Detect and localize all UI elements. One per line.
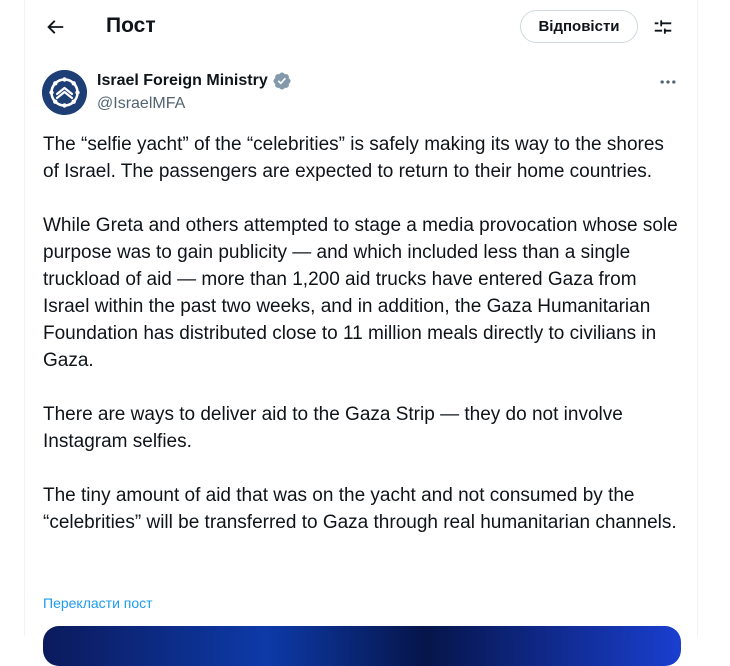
- sliders-icon: [654, 20, 672, 34]
- post-text: The “selfie yacht” of the “celebrities” …: [43, 131, 683, 563]
- translate-post-link[interactable]: Перекласти пост: [43, 594, 153, 612]
- post-paragraph: The tiny amount of aid that was on the y…: [43, 485, 677, 533]
- reply-button[interactable]: Відповісти: [520, 10, 638, 43]
- author-name-row: Israel Foreign Ministry: [97, 70, 292, 92]
- post-media-image[interactable]: [43, 626, 681, 666]
- more-dots-icon: [660, 80, 676, 84]
- israel-mfa-logo-icon: [42, 70, 87, 115]
- post-paragraph: While Greta and others attempted to stag…: [43, 215, 678, 371]
- settings-button[interactable]: [645, 9, 681, 45]
- post-paragraph: There are ways to deliver aid to the Gaz…: [43, 404, 623, 452]
- page-title: Пост: [106, 14, 156, 37]
- author-name[interactable]: Israel Foreign Ministry: [97, 71, 268, 91]
- more-options-button[interactable]: [651, 68, 685, 96]
- post-column: Пост Відповісти Israel Foreign Ministry …: [24, 0, 698, 666]
- author-handle[interactable]: @IsraelMFA: [97, 94, 185, 114]
- arrow-left-icon: [47, 20, 64, 34]
- verified-badge-icon[interactable]: [272, 71, 292, 91]
- post-paragraph: The “selfie yacht” of the “celebrities” …: [43, 134, 664, 182]
- back-button[interactable]: [37, 9, 73, 45]
- avatar[interactable]: [42, 70, 87, 115]
- header: Пост Відповісти: [25, 0, 697, 54]
